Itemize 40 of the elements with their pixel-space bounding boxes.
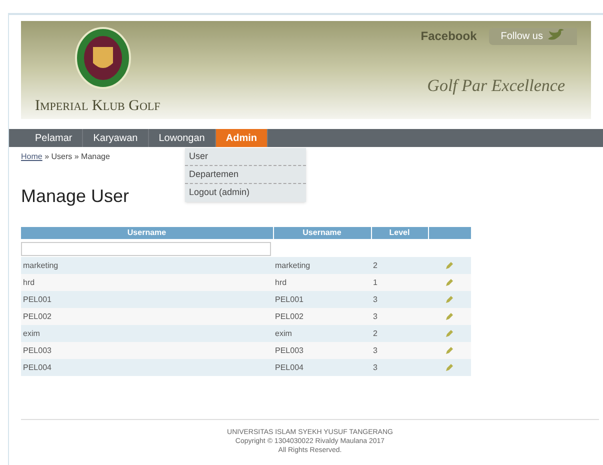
menu-item[interactable]: Departemen	[185, 166, 306, 184]
column-header: Level	[371, 227, 428, 239]
table-cell-text: exim	[22, 328, 41, 340]
facebook-link[interactable]: Facebook	[420, 27, 477, 45]
table-cell-text: PEL001	[22, 294, 52, 306]
page-title: Manage User	[21, 185, 130, 208]
home-link[interactable]: Home	[21, 152, 42, 161]
filter-field[interactable]	[21, 242, 271, 256]
menu-item[interactable]: Logout (admin)	[185, 184, 306, 202]
crest-logo	[75, 27, 131, 89]
table-cell-text: hrd	[274, 276, 288, 288]
table-cell-text: 1	[372, 276, 378, 288]
table-cell-text: hrd	[22, 276, 36, 288]
nav-tab[interactable]: Admin	[216, 129, 268, 147]
table-cell-text: 2	[372, 260, 378, 272]
table-cell-text: PEL004	[274, 362, 304, 374]
table-cell-text: 2	[372, 328, 378, 340]
table-cell-text: PEL002	[274, 310, 304, 322]
column-header	[428, 227, 471, 239]
nav-tab[interactable]: Karyawan	[83, 129, 149, 147]
table-cell-text: 3	[372, 310, 378, 322]
table-cell-text: marketing	[274, 260, 312, 272]
column-header: Username	[273, 227, 371, 239]
table-cell-text: PEL003	[274, 344, 304, 356]
menu-item[interactable]: User	[185, 148, 306, 166]
brand-name: Imperial Klub Golf	[35, 97, 160, 116]
column-header: Username	[21, 227, 273, 239]
table-cell-text: PEL003	[22, 344, 52, 356]
table-cell-text: 3	[372, 362, 378, 374]
table-cell-text: exim	[274, 328, 293, 340]
nav-tab[interactable]: Pelamar	[25, 129, 84, 147]
table-cell-text: PEL004	[22, 362, 52, 374]
table-cell-text: 3	[372, 294, 378, 306]
tagline: Golf Par Excellence	[427, 75, 565, 97]
table-cell-text: 3	[372, 344, 378, 356]
table-cell-text: marketing	[22, 260, 60, 272]
table-cell-text: PEL001	[274, 294, 304, 306]
table-cell-text: PEL002	[22, 310, 52, 322]
bird-icon	[547, 29, 565, 43]
breadcrumb-text: » Users » Manage	[44, 152, 110, 161]
